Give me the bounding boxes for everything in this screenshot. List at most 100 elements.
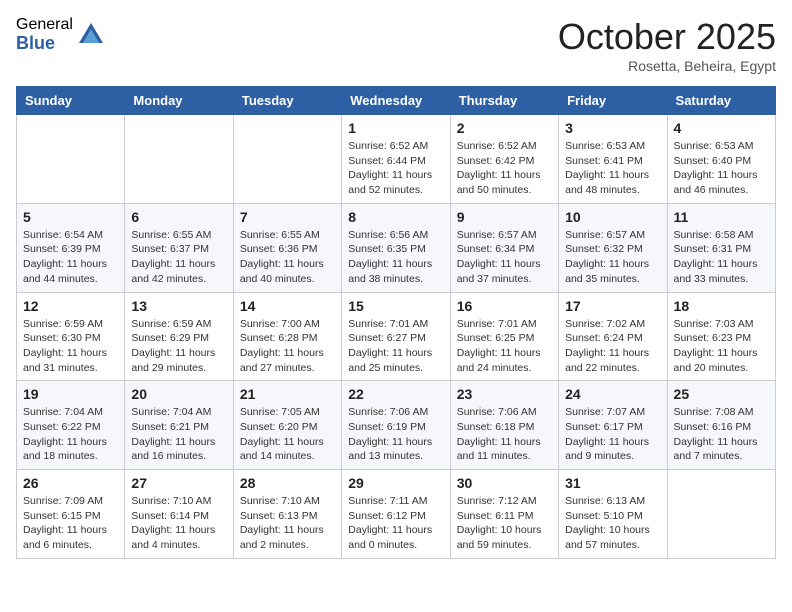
day-info: Sunrise: 7:06 AM Sunset: 6:18 PM Dayligh…	[457, 405, 552, 464]
calendar-cell	[125, 115, 233, 204]
day-number: 26	[23, 475, 118, 491]
calendar-cell	[17, 115, 125, 204]
calendar-week-row: 12Sunrise: 6:59 AM Sunset: 6:30 PM Dayli…	[17, 292, 776, 381]
calendar-cell: 18 Sunrise: 7:03 AM Sunset: 6:23 PM Dayli…	[667, 292, 775, 381]
day-info: Sunrise: 6:57 AM Sunset: 6:34 PM Dayligh…	[457, 228, 552, 287]
day-info: Sunrise: 7:01 AM Sunset: 6:25 PM Dayligh…	[457, 317, 552, 376]
weekday-header: Saturday	[667, 87, 775, 115]
location: Rosetta, Beheira, Egypt	[558, 58, 776, 74]
calendar-cell	[667, 470, 775, 559]
calendar-cell: 10 Sunrise: 6:57 AM Sunset: 6:32 PM Dayli…	[559, 203, 667, 292]
day-info: Sunrise: 7:03 AM Sunset: 6:23 PM Dayligh…	[674, 317, 769, 376]
weekday-header: Thursday	[450, 87, 558, 115]
day-info: Sunrise: 7:08 AM Sunset: 6:16 PM Dayligh…	[674, 405, 769, 464]
calendar-cell: 9 Sunrise: 6:57 AM Sunset: 6:34 PM Daylig…	[450, 203, 558, 292]
day-info: Sunrise: 6:13 AM Sunset: 5:10 PM Dayligh…	[565, 494, 660, 553]
calendar-cell: 6 Sunrise: 6:55 AM Sunset: 6:37 PM Daylig…	[125, 203, 233, 292]
calendar-cell: 20Sunrise: 7:04 AM Sunset: 6:21 PM Dayli…	[125, 381, 233, 470]
day-info: Sunrise: 7:09 AM Sunset: 6:15 PM Dayligh…	[23, 494, 118, 553]
calendar-cell: 28 Sunrise: 7:10 AM Sunset: 6:13 PM Dayli…	[233, 470, 341, 559]
title-area: October 2025 Rosetta, Beheira, Egypt	[558, 16, 776, 74]
day-info: Sunrise: 6:54 AM Sunset: 6:39 PM Dayligh…	[23, 228, 118, 287]
day-number: 2	[457, 120, 552, 136]
logo: General Blue	[16, 16, 105, 53]
day-info: Sunrise: 6:52 AM Sunset: 6:42 PM Dayligh…	[457, 139, 552, 198]
day-number: 9	[457, 209, 552, 225]
day-info: Sunrise: 7:06 AM Sunset: 6:19 PM Dayligh…	[348, 405, 443, 464]
day-info: Sunrise: 7:12 AM Sunset: 6:11 PM Dayligh…	[457, 494, 552, 553]
calendar-table: SundayMondayTuesdayWednesdayThursdayFrid…	[16, 86, 776, 559]
day-number: 11	[674, 209, 769, 225]
day-number: 1	[348, 120, 443, 136]
day-number: 18	[674, 298, 769, 314]
calendar-cell: 25 Sunrise: 7:08 AM Sunset: 6:16 PM Dayli…	[667, 381, 775, 470]
calendar-cell: 31 Sunrise: 6:13 AM Sunset: 5:10 PM Dayli…	[559, 470, 667, 559]
day-number: 8	[348, 209, 443, 225]
day-number: 19	[23, 386, 118, 402]
calendar-cell: 13Sunrise: 6:59 AM Sunset: 6:29 PM Dayli…	[125, 292, 233, 381]
day-number: 28	[240, 475, 335, 491]
calendar-cell: 19 Sunrise: 7:04 AM Sunset: 6:22 PM Dayli…	[17, 381, 125, 470]
day-info: Sunrise: 6:55 AM Sunset: 6:36 PM Dayligh…	[240, 228, 335, 287]
day-number: 24	[565, 386, 660, 402]
calendar-cell: 1 Sunrise: 6:52 AM Sunset: 6:44 PM Daylig…	[342, 115, 450, 204]
calendar-cell: 11 Sunrise: 6:58 AM Sunset: 6:31 PM Dayli…	[667, 203, 775, 292]
calendar-cell: 30 Sunrise: 7:12 AM Sunset: 6:11 PM Dayli…	[450, 470, 558, 559]
day-number: 17	[565, 298, 660, 314]
day-number: 29	[348, 475, 443, 491]
weekday-header: Wednesday	[342, 87, 450, 115]
calendar-cell: 3 Sunrise: 6:53 AM Sunset: 6:41 PM Daylig…	[559, 115, 667, 204]
calendar-cell: 27Sunrise: 7:10 AM Sunset: 6:14 PM Dayli…	[125, 470, 233, 559]
day-info: Sunrise: 6:55 AM Sunset: 6:37 PM Dayligh…	[131, 228, 226, 287]
calendar-cell: 22 Sunrise: 7:06 AM Sunset: 6:19 PM Dayli…	[342, 381, 450, 470]
calendar-cell: 24 Sunrise: 7:07 AM Sunset: 6:17 PM Dayli…	[559, 381, 667, 470]
day-number: 27	[131, 475, 226, 491]
calendar-cell: 14Sunrise: 7:00 AM Sunset: 6:28 PM Dayli…	[233, 292, 341, 381]
day-info: Sunrise: 6:56 AM Sunset: 6:35 PM Dayligh…	[348, 228, 443, 287]
day-info: Sunrise: 7:01 AM Sunset: 6:27 PM Dayligh…	[348, 317, 443, 376]
day-number: 25	[674, 386, 769, 402]
day-info: Sunrise: 6:53 AM Sunset: 6:41 PM Dayligh…	[565, 139, 660, 198]
day-number: 21	[240, 386, 335, 402]
day-number: 4	[674, 120, 769, 136]
day-number: 5	[23, 209, 118, 225]
day-info: Sunrise: 7:11 AM Sunset: 6:12 PM Dayligh…	[348, 494, 443, 553]
day-number: 3	[565, 120, 660, 136]
day-info: Sunrise: 6:57 AM Sunset: 6:32 PM Dayligh…	[565, 228, 660, 287]
day-info: Sunrise: 6:53 AM Sunset: 6:40 PM Dayligh…	[674, 139, 769, 198]
weekday-header: Tuesday	[233, 87, 341, 115]
day-number: 10	[565, 209, 660, 225]
day-number: 31	[565, 475, 660, 491]
day-info: Sunrise: 7:04 AM Sunset: 6:21 PM Dayligh…	[131, 405, 226, 464]
calendar-cell: 7Sunrise: 6:55 AM Sunset: 6:36 PM Daylig…	[233, 203, 341, 292]
day-number: 30	[457, 475, 552, 491]
calendar-cell: 26 Sunrise: 7:09 AM Sunset: 6:15 PM Dayli…	[17, 470, 125, 559]
month-title: October 2025	[558, 16, 776, 58]
day-info: Sunrise: 7:05 AM Sunset: 6:20 PM Dayligh…	[240, 405, 335, 464]
calendar-week-row: 19 Sunrise: 7:04 AM Sunset: 6:22 PM Dayli…	[17, 381, 776, 470]
calendar-cell: 17Sunrise: 7:02 AM Sunset: 6:24 PM Dayli…	[559, 292, 667, 381]
calendar-cell	[233, 115, 341, 204]
calendar-cell: 23 Sunrise: 7:06 AM Sunset: 6:18 PM Dayli…	[450, 381, 558, 470]
calendar-cell: 21 Sunrise: 7:05 AM Sunset: 6:20 PM Dayli…	[233, 381, 341, 470]
day-number: 12	[23, 298, 118, 314]
calendar-cell: 5 Sunrise: 6:54 AM Sunset: 6:39 PM Daylig…	[17, 203, 125, 292]
day-number: 22	[348, 386, 443, 402]
day-number: 6	[131, 209, 226, 225]
logo-general: General	[16, 16, 73, 34]
day-info: Sunrise: 7:00 AM Sunset: 6:28 PM Dayligh…	[240, 317, 335, 376]
calendar-cell: 2 Sunrise: 6:52 AM Sunset: 6:42 PM Daylig…	[450, 115, 558, 204]
weekday-header: Monday	[125, 87, 233, 115]
logo-text: General Blue	[16, 16, 73, 53]
day-number: 15	[348, 298, 443, 314]
calendar-week-row: 1 Sunrise: 6:52 AM Sunset: 6:44 PM Daylig…	[17, 115, 776, 204]
logo-blue: Blue	[16, 34, 73, 54]
day-number: 23	[457, 386, 552, 402]
day-info: Sunrise: 7:10 AM Sunset: 6:13 PM Dayligh…	[240, 494, 335, 553]
day-info: Sunrise: 6:58 AM Sunset: 6:31 PM Dayligh…	[674, 228, 769, 287]
day-info: Sunrise: 7:07 AM Sunset: 6:17 PM Dayligh…	[565, 405, 660, 464]
day-info: Sunrise: 7:04 AM Sunset: 6:22 PM Dayligh…	[23, 405, 118, 464]
day-info: Sunrise: 6:52 AM Sunset: 6:44 PM Dayligh…	[348, 139, 443, 198]
calendar-cell: 15 Sunrise: 7:01 AM Sunset: 6:27 PM Dayli…	[342, 292, 450, 381]
calendar-cell: 29 Sunrise: 7:11 AM Sunset: 6:12 PM Dayli…	[342, 470, 450, 559]
